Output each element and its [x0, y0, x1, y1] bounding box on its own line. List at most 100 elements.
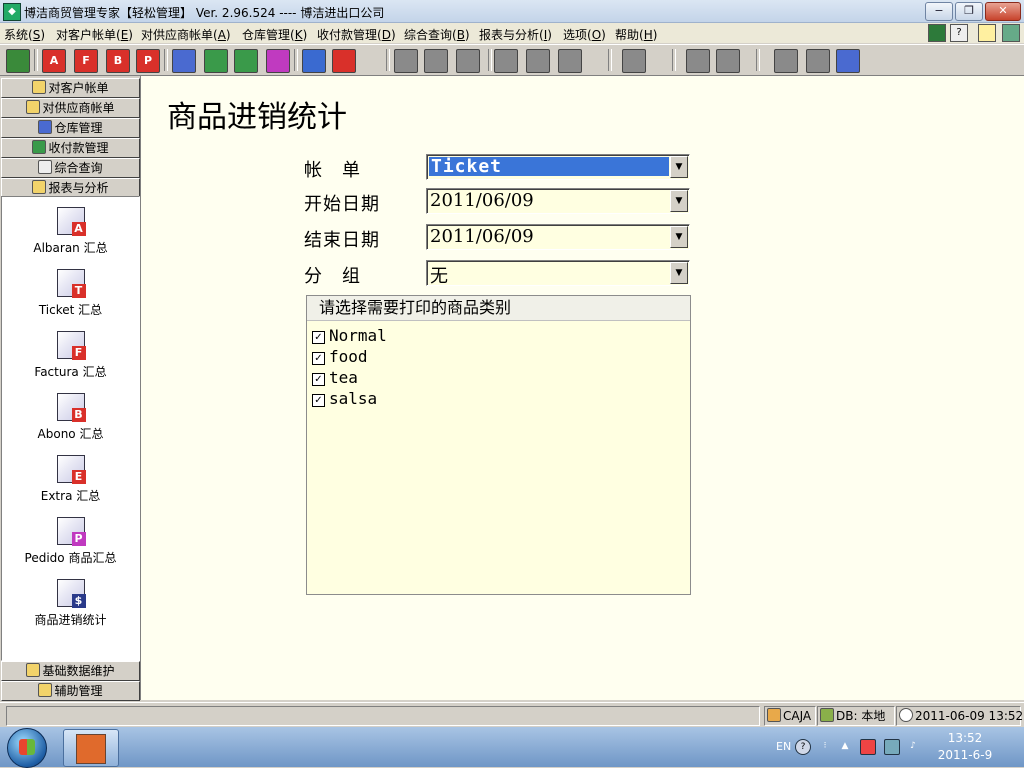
- start-date-label: 开始日期: [304, 194, 380, 215]
- bill-type-select[interactable]: Ticket ▼: [426, 154, 690, 180]
- settings-icon[interactable]: ⁝: [818, 739, 832, 753]
- menu-system[interactable]: 系统(S): [4, 26, 45, 43]
- pedido-summary-icon: P: [56, 517, 86, 546]
- toolbar-separator: [386, 49, 390, 71]
- sidebar-warehouse[interactable]: 仓库管理: [1, 118, 140, 138]
- sidebar-supplier-bills[interactable]: 对供应商帐单: [1, 98, 140, 118]
- database-icon: [26, 663, 41, 677]
- checkbox[interactable]: ✓: [312, 394, 325, 407]
- main-panel: 商品进销统计 帐 单 Ticket ▼ 开始日期 2011/06/09 ▼ 结束…: [141, 76, 1024, 700]
- supplier-albaran-icon[interactable]: [172, 49, 196, 73]
- chevron-down-icon[interactable]: ▼: [670, 226, 688, 248]
- maximize-button[interactable]: ❐: [955, 2, 983, 21]
- flag-icon[interactable]: [860, 739, 876, 755]
- export-icon[interactable]: [494, 49, 518, 73]
- chevron-down-icon[interactable]: ▼: [670, 156, 688, 178]
- category-item-salsa[interactable]: ✓ salsa: [312, 389, 377, 408]
- start-button[interactable]: [7, 728, 47, 768]
- albaran-icon[interactable]: A: [42, 49, 66, 73]
- menu-options[interactable]: 选项(O): [563, 26, 606, 43]
- receive-payment-icon[interactable]: [302, 49, 326, 73]
- sidebar-item-albaran-summary[interactable]: A Albaran 汇总: [2, 207, 139, 256]
- sidebar-aux-management[interactable]: 辅助管理: [1, 681, 140, 701]
- menu-customer-bills[interactable]: 对客户帐单(E): [56, 26, 133, 43]
- box-icon[interactable]: [774, 49, 798, 73]
- sidebar-query[interactable]: 综合查询: [1, 158, 140, 178]
- sidebar-item-ticket-summary[interactable]: T Ticket 汇总: [2, 269, 139, 318]
- supplier-abono-icon[interactable]: [234, 49, 258, 73]
- sidebar-item-abono-summary[interactable]: B Abono 汇总: [2, 393, 139, 442]
- user-icon[interactable]: [622, 49, 646, 73]
- report-icon[interactable]: [394, 49, 418, 73]
- exit-icon[interactable]: [1002, 24, 1020, 42]
- app-icon[interactable]: ◆: [3, 3, 21, 21]
- help-icon[interactable]: ?: [795, 739, 811, 755]
- ticket-summary-icon: T: [56, 269, 86, 298]
- help-icon[interactable]: ?: [950, 24, 968, 42]
- pedido-icon[interactable]: P: [136, 49, 160, 73]
- bill-type-label: 帐 单: [304, 160, 361, 181]
- logout-icon[interactable]: [6, 49, 30, 73]
- sidebar-reports[interactable]: 报表与分析: [1, 178, 140, 198]
- calculator-icon[interactable]: [928, 24, 946, 42]
- taskbar-app-button[interactable]: [63, 729, 119, 767]
- taskbar: EN ? ⁝ ▲ ♪ 13:52 2011-6-9: [0, 727, 1024, 768]
- abono-icon[interactable]: B: [106, 49, 130, 73]
- sidebar-item-extra-summary[interactable]: E Extra 汇总: [2, 455, 139, 504]
- status-message: [6, 706, 760, 726]
- taskbar-clock[interactable]: 13:52 2011-6-9: [930, 730, 1000, 764]
- page-title: 商品进销统计: [167, 100, 347, 135]
- menu-query[interactable]: 综合查询(B): [404, 26, 470, 43]
- print-icon[interactable]: [526, 49, 550, 73]
- toolbar-separator: [294, 49, 298, 71]
- sidebar-item-pedido-summary[interactable]: P Pedido 商品汇总: [2, 517, 139, 566]
- sidebar-report-panel: A Albaran 汇总 T Ticket 汇总 F Factura 汇总 B …: [1, 196, 140, 661]
- back-icon[interactable]: [686, 49, 710, 73]
- language-indicator[interactable]: EN: [776, 740, 791, 753]
- category-item-normal[interactable]: ✓ Normal: [312, 326, 387, 345]
- checkbox[interactable]: ✓: [312, 331, 325, 344]
- network-icon[interactable]: [884, 739, 900, 755]
- supplier-pedido-icon[interactable]: [266, 49, 290, 73]
- edit-report-icon[interactable]: [424, 49, 448, 73]
- checkbox[interactable]: ✓: [312, 352, 325, 365]
- menu-help[interactable]: 帮助(H): [615, 26, 657, 43]
- checkbox[interactable]: ✓: [312, 373, 325, 386]
- category-item-food[interactable]: ✓ food: [312, 347, 368, 366]
- minimize-button[interactable]: −: [925, 2, 953, 21]
- category-item-tea[interactable]: ✓ tea: [312, 368, 358, 387]
- menu-reports[interactable]: 报表与分析(I): [479, 26, 552, 43]
- sidebar: 对客户帐单 对供应商帐单 仓库管理 收付款管理 综合查询 报表与分析 A Alb…: [0, 76, 141, 701]
- chevron-down-icon[interactable]: ▼: [670, 262, 688, 284]
- menu-supplier-bills[interactable]: 对供应商帐单(A): [141, 26, 231, 43]
- end-date-picker[interactable]: 2011/06/09 ▼: [426, 224, 690, 250]
- close-button[interactable]: ✕: [985, 2, 1021, 21]
- tools-icon[interactable]: [978, 24, 996, 42]
- scan-icon[interactable]: [558, 49, 582, 73]
- list-icon[interactable]: [456, 49, 480, 73]
- chevron-down-icon[interactable]: ▼: [670, 190, 688, 212]
- start-date-picker[interactable]: 2011/06/09 ▼: [426, 188, 690, 214]
- group-select[interactable]: 无 ▼: [426, 260, 690, 287]
- sidebar-item-factura-summary[interactable]: F Factura 汇总: [2, 331, 139, 380]
- sidebar-base-data[interactable]: 基础数据维护: [1, 661, 140, 681]
- forward-icon[interactable]: [716, 49, 740, 73]
- windows-logo-icon: [19, 739, 35, 755]
- box-edit-icon[interactable]: [806, 49, 830, 73]
- sidebar-item-sales-stats[interactable]: $ 商品进销统计: [2, 579, 139, 628]
- sidebar-payments[interactable]: 收付款管理: [1, 138, 140, 158]
- factura-icon[interactable]: F: [74, 49, 98, 73]
- volume-icon[interactable]: ♪: [906, 739, 920, 753]
- menu-payments[interactable]: 收付款管理(D): [317, 26, 396, 43]
- sidebar-customer-bills[interactable]: 对客户帐单: [1, 78, 140, 98]
- report-section-icon: [32, 180, 47, 194]
- supplier-factura-icon[interactable]: [204, 49, 228, 73]
- clock-date: 2011-6-9: [937, 748, 993, 762]
- menu-warehouse[interactable]: 仓库管理(K): [242, 26, 307, 43]
- pay-icon[interactable]: [332, 49, 356, 73]
- toolbar-separator: [608, 49, 612, 71]
- query-icon: [38, 160, 53, 174]
- title-bar: ◆ 博洁商贸管理专家【轻松管理】 Ver. 2.96.524 ---- 博洁进出…: [0, 0, 1024, 23]
- show-hidden-icons-icon[interactable]: ▲: [838, 739, 852, 753]
- box-move-icon[interactable]: [836, 49, 860, 73]
